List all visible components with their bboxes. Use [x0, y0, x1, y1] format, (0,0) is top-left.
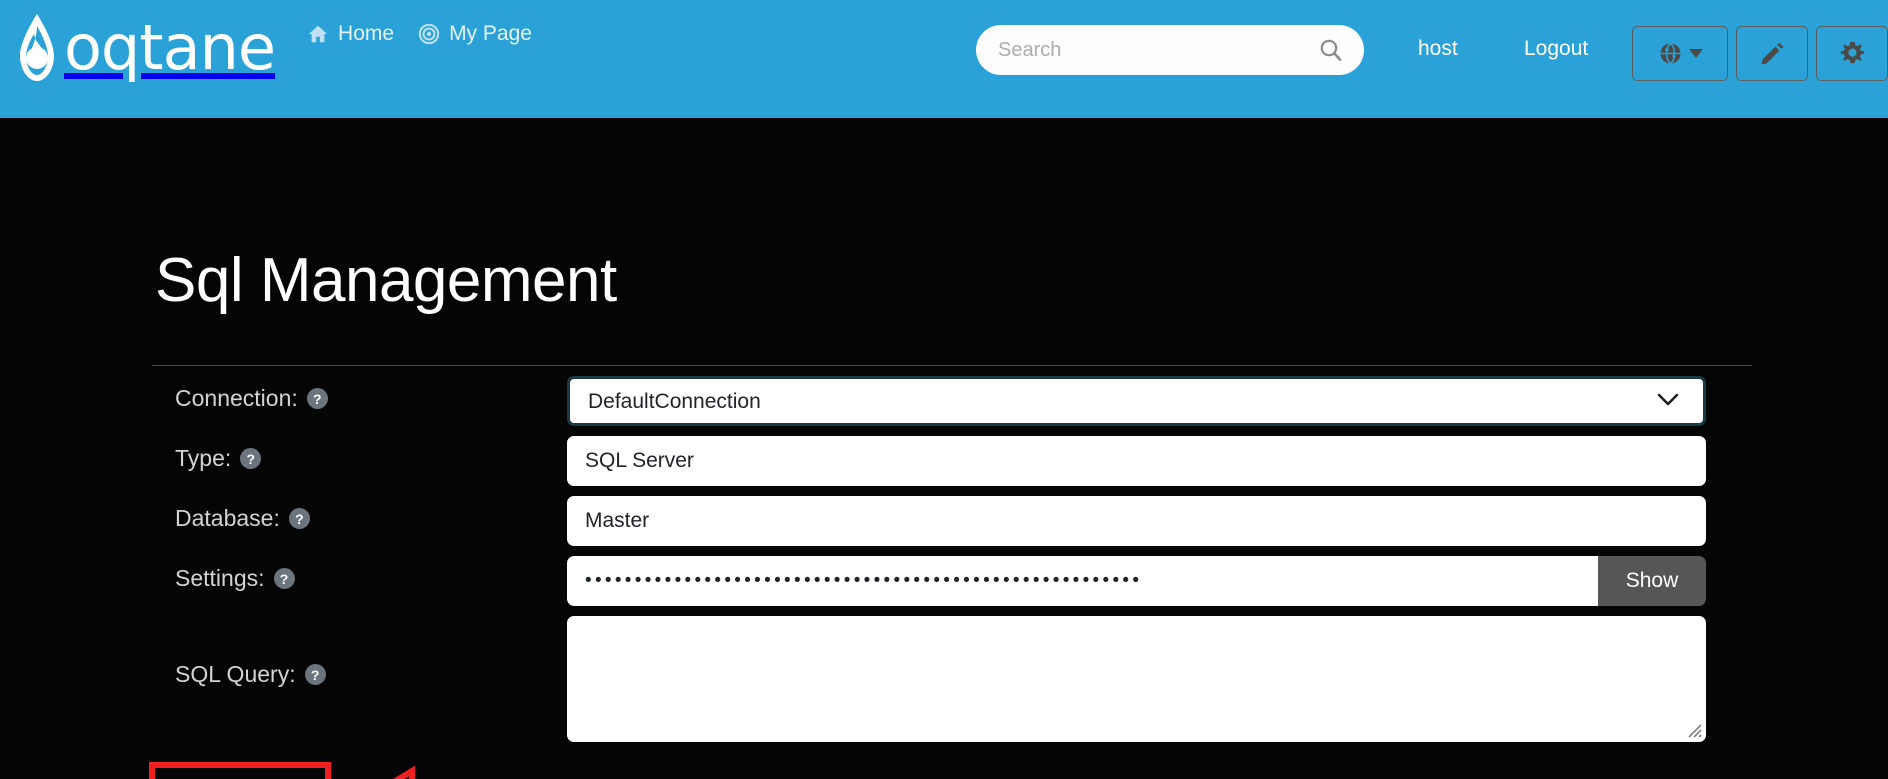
label-sql-query-text: SQL Query:: [175, 661, 296, 687]
search-box: [976, 25, 1364, 75]
help-circle-icon-settings[interactable]: ?: [273, 568, 295, 589]
admin-settings-button[interactable]: [1816, 26, 1888, 81]
search-button[interactable]: [1314, 37, 1354, 63]
nav-item-home[interactable]: Home: [307, 22, 394, 46]
show-password-button[interactable]: Show: [1598, 556, 1706, 606]
pencil-icon: [1761, 42, 1783, 65]
label-connection-text: Connection:: [175, 385, 298, 411]
settings-input-group: Show: [567, 556, 1706, 606]
label-connection: Connection: ?: [175, 385, 328, 412]
site-header: oqtane Home My Page host Logout: [0, 0, 1888, 118]
annotation-highlight-box: [149, 762, 331, 779]
label-database-text: Database:: [175, 505, 280, 531]
label-settings-text: Settings:: [175, 565, 265, 591]
page-title: Sql Management: [155, 246, 617, 315]
page-body: Sql Management Connection: ? DefaultConn…: [0, 118, 1888, 779]
nav-item-home-label: Home: [338, 22, 395, 45]
help-circle-icon-database[interactable]: ?: [288, 508, 310, 529]
home-icon: [308, 25, 328, 43]
label-database: Database: ?: [175, 505, 310, 532]
database-input[interactable]: [567, 496, 1706, 546]
label-sql-query: SQL Query: ?: [175, 661, 326, 688]
water-drop-logo-icon: [20, 14, 54, 81]
search-icon: [1320, 39, 1342, 61]
gear-icon: [1840, 42, 1864, 64]
brand-name: oqtane: [64, 11, 276, 84]
caret-down-icon: [1688, 49, 1703, 58]
label-type: Type: ?: [175, 445, 262, 472]
globe-icon: [1660, 42, 1680, 65]
sql-query-textarea[interactable]: [567, 616, 1706, 742]
help-circle-icon-connection[interactable]: ?: [306, 388, 328, 409]
primary-nav: Home My Page: [307, 22, 532, 46]
brand-logo-link[interactable]: oqtane: [14, 8, 276, 88]
target-icon: [418, 23, 440, 45]
edit-page-button[interactable]: [1736, 26, 1808, 81]
nav-item-my-page[interactable]: My Page: [418, 22, 532, 46]
label-type-text: Type:: [175, 445, 232, 471]
language-selector-button[interactable]: [1632, 26, 1728, 81]
nav-item-my-page-label: My Page: [449, 22, 532, 45]
settings-input[interactable]: [567, 556, 1598, 606]
title-divider: [152, 365, 1752, 366]
logout-link[interactable]: Logout: [1524, 37, 1588, 61]
user-account-link[interactable]: host: [1418, 37, 1458, 61]
type-input[interactable]: [567, 436, 1706, 486]
search-input[interactable]: [998, 38, 1314, 62]
connection-select[interactable]: DefaultConnection: [567, 376, 1706, 426]
help-circle-icon-sql-query[interactable]: ?: [304, 664, 326, 685]
help-circle-icon-type[interactable]: ?: [240, 448, 262, 469]
annotation-arrow-icon: [393, 766, 415, 779]
label-settings: Settings: ?: [175, 565, 295, 592]
